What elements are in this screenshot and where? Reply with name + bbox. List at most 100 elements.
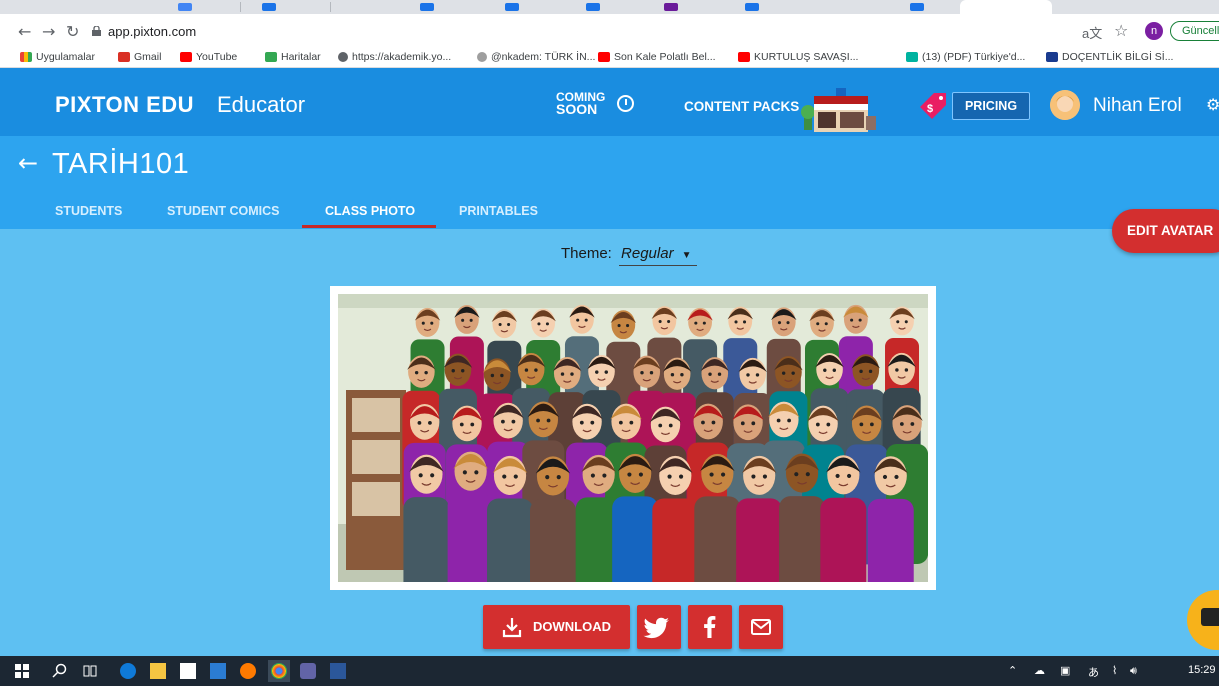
twitter-icon — [643, 617, 669, 639]
brand-logo[interactable]: PIXTON EDU — [55, 92, 194, 118]
display-icon[interactable]: ▣ — [1060, 664, 1070, 677]
dropdown-caret-icon: ▼ — [681, 250, 692, 261]
translate-icon[interactable]: a文 — [1082, 23, 1102, 42]
facebook-icon — [704, 616, 716, 638]
site-icon — [1046, 52, 1058, 62]
active-tab-indicator — [302, 225, 436, 228]
edge-icon[interactable] — [120, 663, 136, 679]
store-icon[interactable] — [180, 663, 196, 679]
bookmark-item[interactable]: Gmail — [118, 51, 161, 63]
share-email-button[interactable] — [739, 605, 783, 649]
theme-select[interactable]: Regular ▼ — [619, 245, 698, 266]
bookmark-star-icon[interactable]: ☆ — [1114, 21, 1128, 40]
tab-favicon[interactable] — [745, 3, 759, 11]
tab-favicon[interactable] — [420, 3, 434, 11]
tab-students[interactable]: STUDENTS — [55, 204, 122, 218]
username[interactable]: Nihan Erol — [1093, 95, 1182, 117]
bookmark-item[interactable]: Haritalar — [265, 51, 321, 63]
volume-icon[interactable]: 🔊︎ — [1130, 664, 1137, 678]
share-twitter-button[interactable] — [637, 605, 681, 649]
firefox-icon[interactable] — [240, 663, 256, 679]
download-icon — [502, 618, 522, 638]
tab-favicon[interactable] — [910, 3, 924, 11]
tab-printables[interactable]: PRINTABLES — [459, 204, 538, 218]
chat-support-button[interactable] — [1187, 590, 1219, 650]
tray-chevron-icon[interactable]: ⌃ — [1008, 664, 1017, 677]
bookmark-item[interactable]: https://akademik.yo... — [338, 51, 451, 63]
forward-arrow-icon[interactable]: → — [42, 22, 55, 41]
word-icon[interactable] — [330, 663, 346, 679]
bookmark-item[interactable]: (13) (PDF) Türkiye'd... — [906, 51, 1025, 63]
price-tag-icon: $ — [920, 93, 946, 119]
tab-student-comics[interactable]: STUDENT COMICS — [167, 204, 280, 218]
youtube-icon — [180, 52, 192, 62]
gear-icon[interactable]: ⚙ — [1206, 95, 1219, 114]
apps-grid-icon — [20, 52, 32, 62]
network-icon[interactable]: ⌇ — [1112, 664, 1117, 677]
download-button[interactable]: DOWNLOAD — [483, 605, 630, 649]
tab-favicon[interactable] — [586, 3, 600, 11]
mail-icon — [751, 619, 771, 635]
youtube-icon — [598, 52, 610, 62]
researchgate-icon — [906, 52, 918, 62]
bookmark-item[interactable]: DOÇENTLİK BİLGİ Sİ... — [1046, 51, 1173, 63]
teams-icon[interactable] — [300, 663, 316, 679]
content-packs-link[interactable]: CONTENT PACKS — [684, 99, 799, 114]
browser-tab-strip — [0, 0, 1219, 14]
back-arrow-icon[interactable]: ← — [18, 149, 38, 177]
tab-favicon[interactable] — [178, 3, 192, 11]
onedrive-icon[interactable]: ☁ — [1034, 664, 1045, 677]
bookmark-item[interactable]: Son Kale Polatlı Bel... — [598, 51, 716, 63]
storefront-icon — [801, 88, 876, 132]
profile-avatar[interactable]: n — [1145, 22, 1163, 40]
browser-toolbar: ← → ↻ app.pixton.com a文 ☆ n Güncelle — [0, 14, 1219, 48]
bookmarks-bar: Uygulamalar Gmail YouTube Haritalar http… — [0, 48, 1219, 68]
app-header: PIXTON EDU Educator COMING SOON CONTENT … — [0, 68, 1219, 136]
youtube-icon — [738, 52, 750, 62]
user-avatar[interactable] — [1050, 90, 1080, 120]
windows-taskbar: ⌃ ☁ ▣ あ ⌇ 🔊︎ 15:29 — [0, 656, 1219, 686]
theme-selector[interactable]: Theme: Regular ▼ — [561, 245, 698, 266]
svg-text:$: $ — [927, 103, 933, 115]
active-browser-tab[interactable] — [960, 0, 1052, 14]
edit-avatar-button[interactable]: EDIT AVATAR — [1112, 209, 1219, 253]
language-icon[interactable]: あ — [1088, 664, 1099, 680]
chrome-icon[interactable] — [271, 663, 287, 679]
tab-separator — [330, 2, 331, 12]
address-bar[interactable]: app.pixton.com — [108, 24, 196, 39]
maps-icon — [265, 52, 277, 62]
site-icon — [477, 52, 487, 62]
tab-class-photo[interactable]: CLASS PHOTO — [325, 204, 415, 218]
brand-subtitle: Educator — [217, 92, 306, 117]
bookmark-item[interactable]: @nkadem: TÜRK İN... — [477, 51, 595, 63]
search-icon[interactable] — [52, 663, 68, 679]
coming-soon-link[interactable]: COMING SOON — [556, 91, 636, 121]
class-photo-frame — [330, 286, 936, 590]
lock-icon — [92, 26, 101, 36]
task-view-icon[interactable] — [82, 663, 98, 679]
mail-app-icon[interactable] — [210, 663, 226, 679]
bookmark-item[interactable]: KURTULUŞ SAVAŞI... — [738, 51, 858, 63]
gmail-icon — [118, 52, 130, 62]
stopwatch-icon — [617, 95, 634, 112]
back-arrow-icon[interactable]: ← — [18, 22, 31, 41]
tab-favicon[interactable] — [262, 3, 276, 11]
bookmark-item[interactable]: Uygulamalar — [20, 51, 95, 63]
clock[interactable]: 15:29 — [1188, 664, 1216, 676]
page-title: TARİH101 — [52, 148, 190, 180]
tab-separator — [240, 2, 241, 12]
class-header: ← TARİH101 STUDENTS STUDENT COMICS CLASS… — [0, 136, 1219, 229]
tab-favicon[interactable] — [505, 3, 519, 11]
file-explorer-icon[interactable] — [150, 663, 166, 679]
windows-start-icon[interactable] — [14, 663, 30, 679]
globe-icon — [338, 52, 348, 62]
pricing-button[interactable]: PRICING — [952, 92, 1030, 120]
class-photo-illustration — [338, 294, 928, 582]
update-button[interactable]: Güncelle — [1170, 21, 1219, 41]
tab-favicon[interactable] — [664, 3, 678, 11]
share-facebook-button[interactable] — [688, 605, 732, 649]
reload-icon[interactable]: ↻ — [66, 22, 79, 41]
theme-label: Theme: — [561, 245, 612, 262]
class-photo — [338, 294, 928, 582]
bookmark-item[interactable]: YouTube — [180, 51, 237, 63]
